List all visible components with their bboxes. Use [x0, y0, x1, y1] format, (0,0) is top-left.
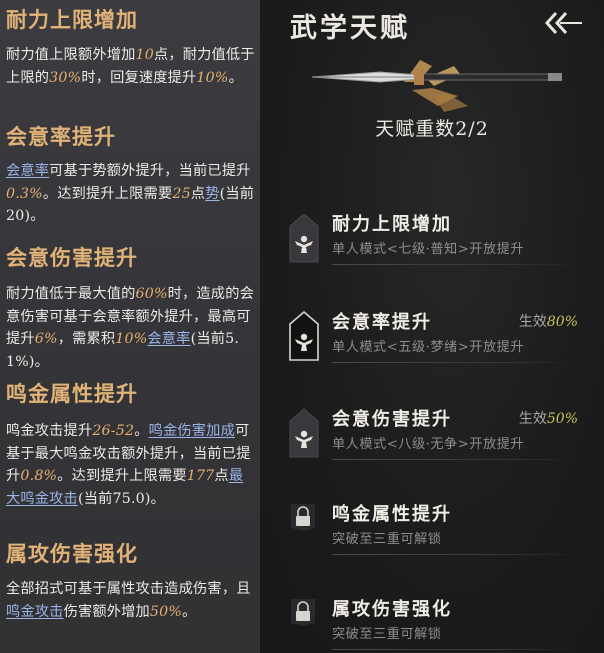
highlight-value: 177 — [186, 468, 215, 485]
effect-percent: 50% — [546, 411, 578, 427]
section-title-crit-rate: 会意率提升 — [6, 124, 116, 149]
talent-row-attribute-damage[interactable]: 属攻伤害强化突破至三重可解锁 — [260, 585, 604, 653]
lock-icon — [291, 599, 315, 626]
term-link[interactable]: 鸣金伤害加成 — [149, 423, 235, 439]
description-text: (当前75.0)。 — [77, 490, 165, 507]
description-text: 全部招式可基于属性攻击造成伤害，且 — [6, 581, 251, 597]
talent-unlock-condition: 突破至三重可解锁 — [332, 532, 442, 547]
highlight-value: 10% — [115, 331, 148, 348]
section-body-stamina-cap: 耐力值上限额外增加10点，耐力值低于上限的30%时，回复速度提升10%。 — [6, 44, 256, 89]
talent-emblem-icon — [289, 213, 319, 263]
talent-row-crit-rate[interactable]: 会意率提升单人模式<五级·梦绪>开放提升 生效80% — [260, 298, 604, 388]
term-link[interactable]: 会意率 — [6, 163, 49, 179]
effect-label: 生效 — [518, 411, 547, 427]
row-divider — [332, 649, 578, 650]
talent-unlock-condition: 单人模式<七级·普知>开放提升 — [332, 242, 525, 257]
talent-name: 会意伤害提升 — [332, 409, 452, 430]
highlight-value: 50% — [149, 603, 183, 620]
section-title-crit-damage: 会意伤害提升 — [6, 245, 138, 270]
highlight-value: 10 — [135, 47, 154, 63]
row-divider — [332, 264, 578, 265]
talent-effect-status: 生效80% — [519, 311, 578, 331]
highlight-value: 6% — [34, 331, 58, 348]
section-title-stamina-cap: 耐力上限增加 — [6, 7, 138, 32]
section-title-attribute-damage: 属攻伤害强化 — [6, 541, 138, 566]
term-link[interactable]: 鸣金攻击 — [6, 604, 64, 620]
talent-emblem-icon — [289, 310, 319, 361]
talent-row-stamina-cap[interactable]: 耐力上限增加单人模式<七级·普知>开放提升 — [260, 200, 604, 290]
highlight-value: 0.3% — [6, 185, 43, 202]
section-title-mingjin-attribute: 鸣金属性提升 — [6, 381, 138, 406]
highlight-value: 25 — [172, 185, 191, 202]
description-text: 。达到提升上限需要 — [42, 185, 173, 202]
talent-tier-label: 天赋重数2/2 — [375, 118, 489, 140]
talent-detail-panel: 耐力上限增加 耐力值上限额外增加10点，耐力值低于上限的30%时，回复速度提升10… — [0, 0, 260, 653]
section-body-crit-rate: 会意率可基于势额外提升，当前已提升0.3%。达到提升上限需要25点势(当前20)… — [6, 160, 256, 228]
talent-name: 会意率提升 — [332, 312, 432, 333]
description-text: 。 — [228, 69, 243, 86]
highlight-value: 26-52 — [92, 423, 135, 439]
highlight-value: 0.8% — [20, 468, 58, 485]
row-divider — [332, 459, 578, 460]
description-text: 耐力值低于最大值的 — [6, 286, 136, 302]
back-button[interactable] — [542, 8, 586, 38]
talent-row-mingjin-attribute[interactable]: 鸣金属性提升突破至三重可解锁 — [260, 490, 604, 580]
talent-unlock-condition: 单人模式<八级·无争>开放提升 — [332, 437, 525, 452]
section-body-mingjin-attribute: 鸣金攻击提升26-52。鸣金伤害加成可基于最大鸣金攻击额外提升，当前已提升0.8… — [6, 420, 256, 510]
highlight-value: 60% — [135, 286, 168, 302]
term-link[interactable]: 势 — [205, 186, 219, 202]
section-body-attribute-damage: 全部招式可基于属性攻击造成伤害，且鸣金攻击伤害额外增加50%。 — [6, 578, 256, 623]
effect-percent: 80% — [546, 314, 578, 330]
description-text: 点 — [214, 468, 229, 485]
talent-effect-status: 生效50% — [519, 408, 578, 428]
description-text: 伤害额外增加 — [63, 603, 150, 620]
talent-name: 耐力上限增加 — [332, 214, 452, 235]
talent-list-panel: 武学天赋 天赋重数2/2 耐力上限增加 单人模式<七级·普知>开放提升 会意率提升单… — [260, 0, 604, 653]
row-divider — [332, 362, 578, 363]
description-text: 时，回复速度提升 — [81, 69, 197, 86]
page-title: 武学天赋 — [290, 13, 410, 44]
double-chevron-left-icon — [544, 11, 582, 35]
spear-weapon-icon — [311, 60, 562, 112]
description-text: 。 — [182, 603, 197, 620]
description-text: 。达到提升上限需要 — [57, 468, 187, 485]
description-text: ，需累积 — [57, 331, 116, 348]
description-text: 点 — [190, 185, 206, 202]
section-body-crit-damage: 耐力值低于最大值的60%时，造成的会意伤害可基于会意率额外提升，最高可提升6%，… — [6, 283, 256, 373]
talent-emblem-icon — [289, 408, 319, 458]
talent-unlock-condition: 突破至三重可解锁 — [332, 627, 442, 642]
description-text: 可基于势额外提升，当前已提升 — [49, 163, 251, 179]
highlight-value: 30% — [49, 69, 82, 86]
effect-label: 生效 — [518, 314, 547, 330]
highlight-value: 10% — [196, 69, 229, 86]
talent-unlock-condition: 单人模式<五级·梦绪>开放提升 — [332, 340, 525, 355]
talent-name: 鸣金属性提升 — [332, 504, 452, 525]
description-text: 。 — [134, 423, 149, 439]
row-divider — [332, 554, 578, 555]
description-text: 鸣金攻击提升 — [6, 423, 93, 439]
lock-icon — [291, 504, 315, 531]
term-link[interactable]: 会意率 — [147, 331, 190, 347]
description-text: 耐力值上限额外增加 — [6, 47, 136, 63]
talent-name: 属攻伤害强化 — [332, 599, 452, 620]
talent-row-crit-damage[interactable]: 会意伤害提升单人模式<八级·无争>开放提升 生效50% — [260, 395, 604, 485]
